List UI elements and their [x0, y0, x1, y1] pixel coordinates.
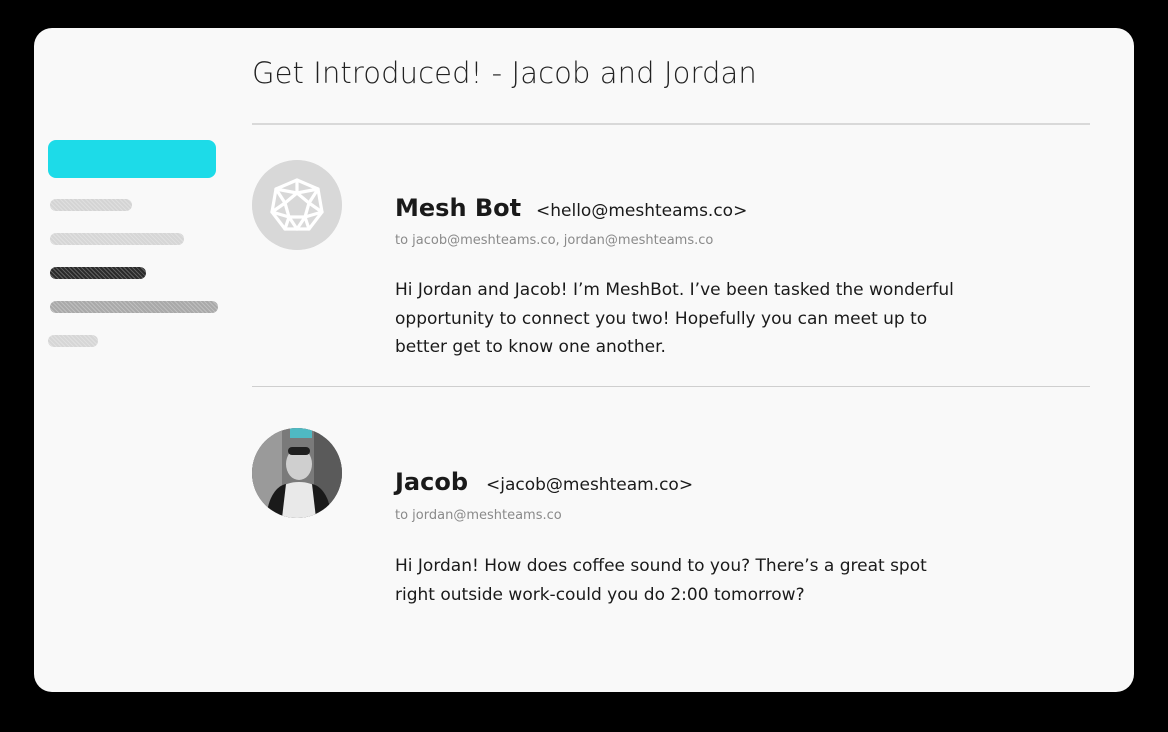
- recipients: to jacob@meshteams.co, jordan@meshteams.…: [395, 233, 714, 248]
- message-body: Hi Jordan and Jacob! I’m MeshBot. I’ve b…: [395, 280, 954, 357]
- email-window: Get Introduced! - Jacob and Jordan Mesh …: [34, 28, 1134, 692]
- sidebar-item-active[interactable]: [48, 140, 216, 178]
- sidebar: [34, 28, 234, 692]
- sender-name: Jacob: [395, 468, 469, 496]
- sender-email: <jacob@meshteam.co>: [486, 475, 694, 495]
- user-photo: [252, 428, 342, 518]
- sidebar-item-placeholder[interactable]: [50, 267, 146, 279]
- recipients: to jordan@meshteams.co: [395, 508, 562, 523]
- jacob-avatar: [252, 428, 342, 518]
- sidebar-item-placeholder[interactable]: [50, 233, 184, 245]
- sidebar-item-placeholder[interactable]: [50, 301, 218, 313]
- sender-email: <hello@meshteams.co>: [536, 201, 748, 221]
- thread-title: Get Introduced! - Jacob and Jordan: [252, 56, 757, 90]
- sidebar-item-placeholder[interactable]: [48, 335, 98, 347]
- message-body: Hi Jordan! How does coffee sound to you?…: [395, 556, 927, 605]
- mesh-bot-avatar: [252, 160, 342, 250]
- sender-name: Mesh Bot: [395, 194, 522, 222]
- mesh-logo-icon: [252, 160, 342, 250]
- header-divider: [252, 123, 1090, 125]
- message-divider: [252, 386, 1090, 387]
- sidebar-item-placeholder[interactable]: [50, 199, 132, 211]
